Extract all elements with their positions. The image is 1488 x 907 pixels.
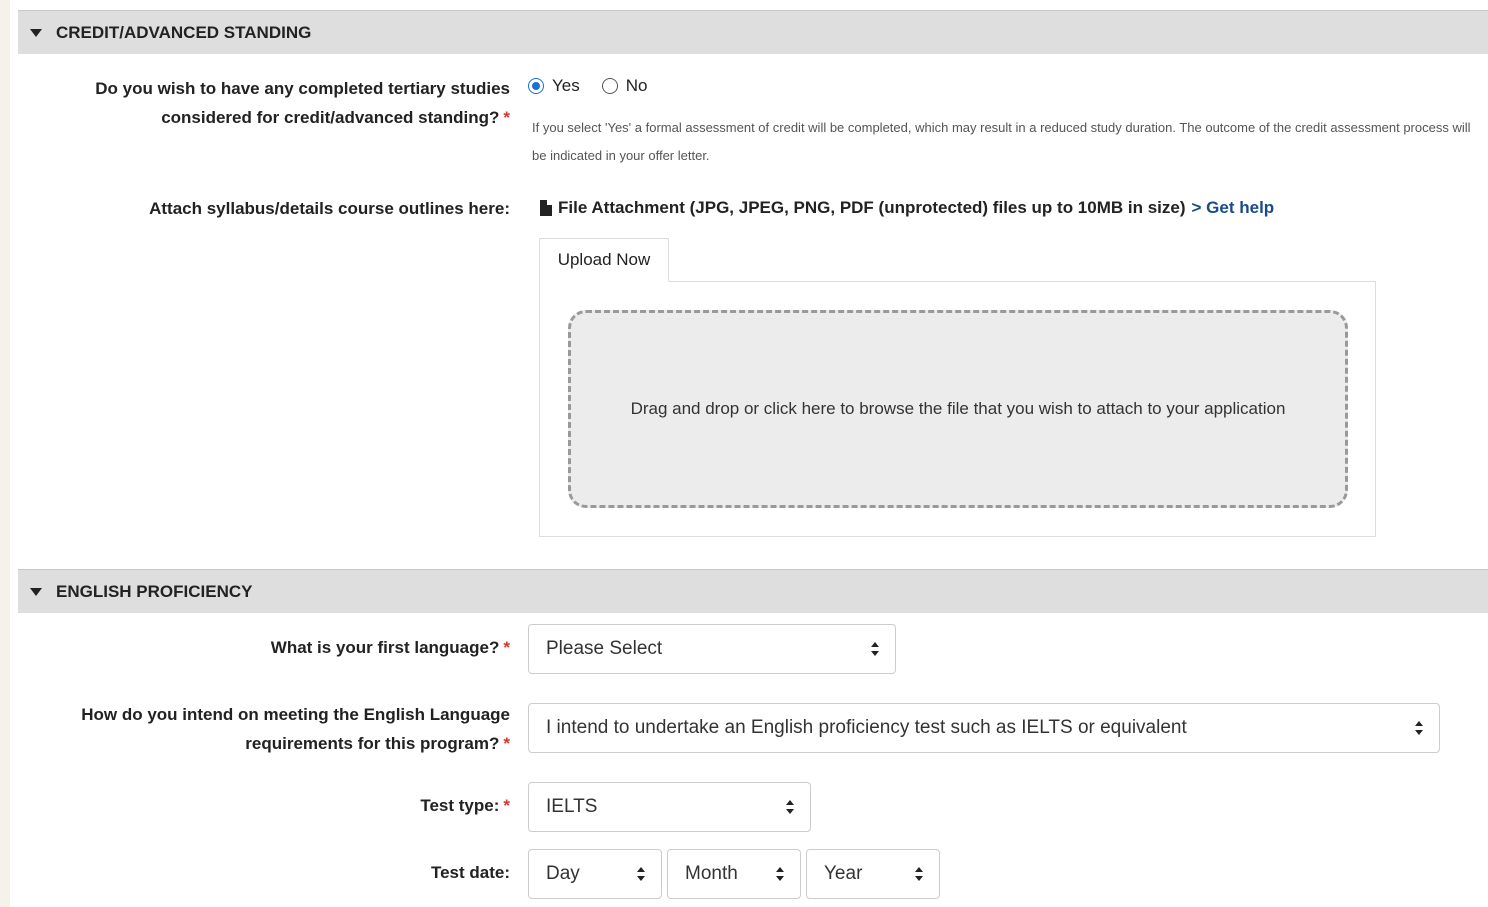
credit-section-title: CREDIT/ADVANCED STANDING [56, 22, 312, 42]
test-date-day-value: Day [546, 863, 580, 884]
radio-no-label: No [625, 76, 648, 95]
attachment-text: File Attachment (JPG, JPEG, PNG, PDF (un… [558, 198, 1186, 217]
credit-help-text: If you select 'Yes' a formal assessment … [532, 120, 1471, 163]
test-type-select[interactable]: IELTS [528, 782, 811, 832]
select-caret-icon [915, 867, 923, 881]
requirements-value: I intend to undertake an English profici… [546, 717, 1187, 738]
file-icon [540, 200, 552, 216]
credit-question-line2: considered for credit/advanced standing? [161, 108, 500, 127]
required-asterisk: * [503, 638, 510, 657]
requirements-label: How do you intend on meeting the English… [81, 700, 510, 758]
test-date-year-select[interactable]: Year [806, 849, 940, 899]
first-language-label: What is your first language? * [271, 633, 510, 662]
file-dropzone[interactable]: Drag and drop or click here to browse th… [568, 310, 1348, 508]
test-date-label: Test date: [430, 863, 510, 882]
requirements-label-line2: requirements for this program? [245, 734, 500, 753]
first-language-value: Please Select [546, 638, 663, 659]
test-date-month-value: Month [685, 863, 738, 884]
radio-yes-label: Yes [552, 76, 580, 95]
requirements-label-line1: How do you intend on meeting the English… [81, 705, 510, 724]
test-date-day-select[interactable]: Day [528, 849, 662, 899]
requirements-select[interactable]: I intend to undertake an English profici… [528, 703, 1440, 753]
attachment-info: File Attachment (JPG, JPEG, PNG, PDF (un… [540, 198, 1274, 218]
test-date-month-select[interactable]: Month [667, 849, 801, 899]
english-section-title: ENGLISH PROFICIENCY [56, 581, 253, 601]
select-caret-icon [1415, 721, 1423, 735]
first-language-select[interactable]: Please Select [528, 624, 896, 674]
select-caret-icon [637, 867, 645, 881]
test-type-label-text: Test type: [420, 796, 500, 815]
radio-no-option[interactable]: No [601, 76, 648, 96]
get-help-link[interactable]: > Get help [1192, 198, 1275, 218]
test-type-label: Test type: * [420, 791, 510, 820]
application-form: CREDIT/ADVANCED STANDING Do you wish to … [10, 0, 1488, 907]
radio-yes-option[interactable]: Yes [528, 76, 580, 96]
select-caret-icon [871, 642, 879, 656]
collapse-triangle-icon [30, 29, 42, 37]
tab-upload-now[interactable]: Upload Now [539, 238, 669, 282]
first-language-label-text: What is your first language? [270, 638, 500, 657]
upload-panel: Drag and drop or click here to browse th… [539, 281, 1376, 537]
attach-label: Attach syllabus/details course outlines … [149, 199, 510, 218]
credit-section-header[interactable]: CREDIT/ADVANCED STANDING [18, 10, 1488, 54]
required-asterisk: * [503, 108, 510, 127]
collapse-triangle-icon [30, 588, 42, 596]
radio-yes[interactable] [528, 78, 544, 94]
select-caret-icon [786, 800, 794, 814]
credit-question-line1: Do you wish to have any completed tertia… [95, 79, 510, 98]
select-caret-icon [776, 867, 784, 881]
required-asterisk: * [503, 734, 510, 753]
english-section-header[interactable]: ENGLISH PROFICIENCY [18, 569, 1488, 613]
test-date-year-value: Year [824, 863, 863, 884]
radio-no[interactable] [601, 78, 618, 94]
credit-radio-group: Yes No [528, 76, 669, 96]
test-type-value: IELTS [546, 796, 598, 817]
credit-question-label: Do you wish to have any completed tertia… [95, 74, 510, 132]
required-asterisk: * [503, 796, 510, 815]
